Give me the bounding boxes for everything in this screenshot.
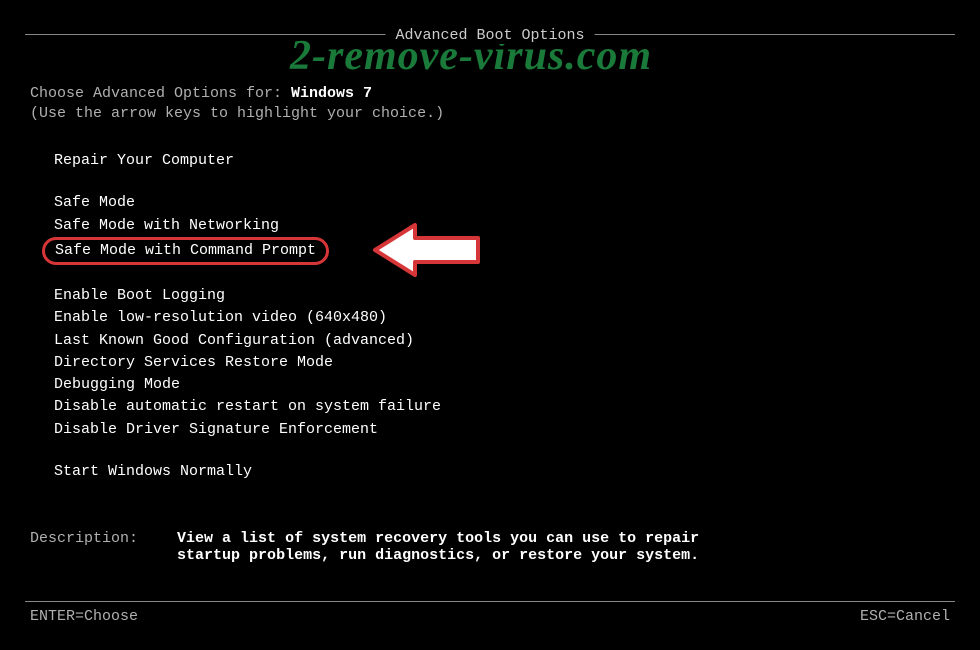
menu-disable-driver-sig[interactable]: Disable Driver Signature Enforcement (50, 419, 445, 441)
description-block: Description: View a list of system recov… (30, 530, 737, 564)
boot-options-screen: Advanced Boot Options 2-remove-virus.com… (0, 0, 980, 650)
description-label: Description: (30, 530, 138, 547)
choose-label: Choose Advanced Options for: (30, 85, 291, 102)
menu-safe-mode-command-prompt[interactable]: Safe Mode with Command Prompt (42, 237, 329, 265)
menu-spacer (50, 441, 445, 461)
screen-title: Advanced Boot Options (385, 27, 594, 44)
menu-low-resolution[interactable]: Enable low-resolution video (640x480) (50, 307, 445, 329)
choose-prompt: Choose Advanced Options for: Windows 7 (30, 85, 372, 102)
menu-safe-mode[interactable]: Safe Mode (50, 192, 445, 214)
menu-repair-computer[interactable]: Repair Your Computer (50, 150, 445, 172)
description-text: View a list of system recovery tools you… (177, 530, 737, 564)
bottom-divider (25, 601, 955, 602)
menu-debugging[interactable]: Debugging Mode (50, 374, 445, 396)
menu-spacer (50, 172, 445, 192)
footer-enter-hint: ENTER=Choose (30, 608, 138, 625)
menu-ds-restore[interactable]: Directory Services Restore Mode (50, 352, 445, 374)
menu-start-normally[interactable]: Start Windows Normally (50, 461, 445, 483)
menu-last-known-good[interactable]: Last Known Good Configuration (advanced) (50, 330, 445, 352)
menu-disable-auto-restart[interactable]: Disable automatic restart on system fail… (50, 396, 445, 418)
boot-menu: Repair Your Computer Safe Mode Safe Mode… (50, 150, 445, 483)
pointer-arrow-icon (370, 220, 485, 285)
navigation-hint: (Use the arrow keys to highlight your ch… (30, 105, 444, 122)
os-name: Windows 7 (291, 85, 372, 102)
footer-esc-hint: ESC=Cancel (860, 608, 950, 625)
menu-boot-logging[interactable]: Enable Boot Logging (50, 285, 445, 307)
